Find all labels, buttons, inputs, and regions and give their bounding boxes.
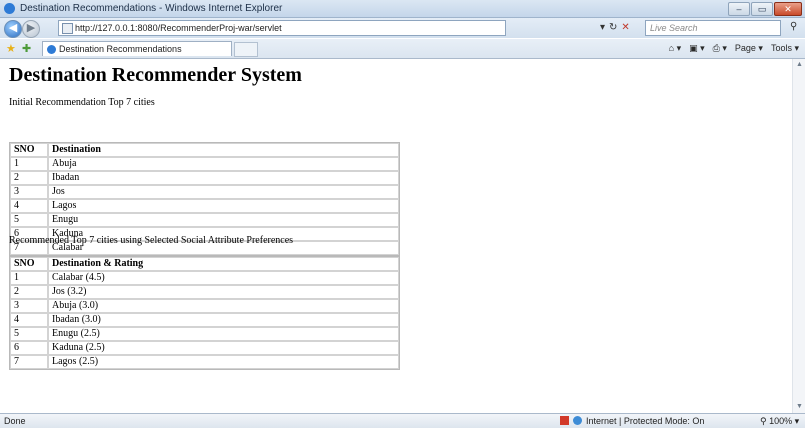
- table-header: Destination: [48, 143, 399, 157]
- minimize-button[interactable]: –: [728, 2, 750, 16]
- table-row: 5 Enugu: [10, 213, 399, 227]
- vertical-scrollbar[interactable]: ▲ ▼: [792, 59, 805, 413]
- table-header: Destination & Rating: [48, 257, 399, 271]
- status-text: Done: [4, 416, 26, 426]
- page-content: Destination Recommender System Initial R…: [0, 59, 792, 413]
- scroll-up-icon[interactable]: ▲: [793, 59, 805, 71]
- table-row: 1 Calabar (4.5): [10, 271, 399, 285]
- protected-mode-shield-icon: [560, 416, 569, 425]
- recommended-rating-table: SNO Destination & Rating 1 Calabar (4.5) …: [9, 256, 400, 370]
- window-controls: – ▭ ✕: [727, 2, 802, 16]
- forward-button[interactable]: ▶: [22, 20, 40, 38]
- refresh-icon[interactable]: ↻: [609, 22, 617, 33]
- address-field[interactable]: http://127.0.0.1:8080/RecommenderProj-wa…: [58, 20, 506, 36]
- address-tools: ▾ ↻ ✕: [600, 22, 630, 33]
- page-title: Destination Recommender System: [9, 64, 302, 86]
- table-row: 5 Enugu (2.5): [10, 327, 399, 341]
- tab-destination-recommendations[interactable]: Destination Recommendations: [42, 41, 232, 56]
- dropdown-arrow-icon[interactable]: ▾: [600, 22, 605, 33]
- table-row: 3 Jos: [10, 185, 399, 199]
- zoom-level[interactable]: ⚲ 100% ▾: [760, 414, 799, 428]
- table-row: 1 Abuja: [10, 157, 399, 171]
- table-row: 3 Abuja (3.0): [10, 299, 399, 313]
- table-row: 6 Kaduna (2.5): [10, 341, 399, 355]
- new-tab-button[interactable]: [234, 42, 258, 57]
- tab-ie-icon: [47, 45, 56, 54]
- tools-menu[interactable]: Tools ▾: [771, 43, 799, 54]
- scroll-down-icon[interactable]: ▼: [793, 401, 805, 413]
- table-header: SNO: [10, 143, 48, 157]
- add-favorites-icon[interactable]: ✚: [22, 42, 31, 55]
- home-icon[interactable]: ⌂ ▾: [669, 43, 681, 54]
- ie-logo-icon: [4, 3, 15, 14]
- table-row: 4 Ibadan (3.0): [10, 313, 399, 327]
- initial-intro-text: Initial Recommendation Top 7 cities: [9, 97, 155, 108]
- feeds-icon[interactable]: ▣ ▾: [689, 43, 705, 54]
- internet-globe-icon: [573, 416, 582, 425]
- command-bar: ⌂ ▾ ▣ ▾ ⎙ ▾ Page ▾ Tools ▾: [669, 43, 799, 54]
- search-input[interactable]: Live Search: [645, 20, 781, 36]
- address-row: ◀ ▶ http://127.0.0.1:8080/RecommenderPro…: [0, 18, 805, 38]
- window-title-bar: Destination Recommendations - Windows In…: [0, 0, 805, 18]
- print-icon[interactable]: ⎙ ▾: [713, 43, 727, 54]
- window-title: Destination Recommendations - Windows In…: [20, 3, 283, 14]
- back-button[interactable]: ◀: [4, 20, 22, 38]
- maximize-button[interactable]: ▭: [751, 2, 773, 16]
- status-bar: Done Internet | Protected Mode: On ⚲ 100…: [0, 413, 805, 428]
- table-row: 7 Lagos (2.5): [10, 355, 399, 369]
- table-row: 4 Lagos: [10, 199, 399, 213]
- page-icon: [62, 23, 73, 34]
- table-row: 2 Jos (3.2): [10, 285, 399, 299]
- recommended-intro-text: Recommended Top 7 cities using Selected …: [9, 235, 294, 246]
- favorites-star-icon[interactable]: ★: [6, 42, 16, 55]
- tab-label: Destination Recommendations: [59, 44, 182, 54]
- tab-row: ★ ✚ Destination Recommendations ⌂ ▾ ▣ ▾ …: [0, 39, 805, 59]
- close-button[interactable]: ✕: [774, 2, 802, 16]
- table-header: SNO: [10, 257, 48, 271]
- security-zone[interactable]: Internet | Protected Mode: On: [560, 414, 760, 428]
- stop-icon[interactable]: ✕: [621, 22, 629, 33]
- page-menu[interactable]: Page ▾: [735, 43, 763, 54]
- address-url: http://127.0.0.1:8080/RecommenderProj-wa…: [75, 23, 282, 33]
- table-row: 2 Ibadan: [10, 171, 399, 185]
- search-icon[interactable]: ⚲: [790, 21, 797, 32]
